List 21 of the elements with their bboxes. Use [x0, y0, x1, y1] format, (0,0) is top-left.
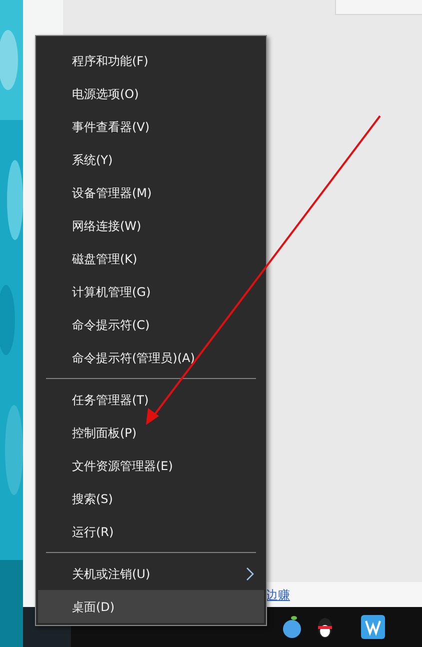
- menu-item[interactable]: 命令提示符(C): [38, 308, 264, 341]
- app-icon: [361, 615, 385, 639]
- menu-item[interactable]: 系统(Y): [38, 143, 264, 176]
- menu-item[interactable]: 搜索(S): [38, 482, 264, 515]
- page-link[interactable]: 边赚: [266, 586, 290, 604]
- menu-item[interactable]: 计算机管理(G): [38, 275, 264, 308]
- menu-item[interactable]: 设备管理器(M): [38, 176, 264, 209]
- menu-item[interactable]: 网络连接(W): [38, 209, 264, 242]
- menu-item[interactable]: 电源选项(O): [38, 77, 264, 110]
- apple-icon: [281, 615, 303, 639]
- menu-item[interactable]: 关机或注销(U): [38, 557, 264, 590]
- menu-item[interactable]: 桌面(D): [38, 590, 264, 623]
- menu-item[interactable]: 磁盘管理(K): [38, 242, 264, 275]
- menu-item[interactable]: 事件查看器(V): [38, 110, 264, 143]
- menu-item[interactable]: 程序和功能(F): [38, 44, 264, 77]
- penguin-icon: [315, 615, 335, 639]
- menu-item[interactable]: 命令提示符(管理员)(A): [38, 341, 264, 374]
- menu-item[interactable]: 运行(R): [38, 515, 264, 548]
- menu-item[interactable]: 文件资源管理器(E): [38, 449, 264, 482]
- menu-item[interactable]: 控制面板(P): [38, 416, 264, 449]
- menu-item[interactable]: 任务管理器(T): [38, 383, 264, 416]
